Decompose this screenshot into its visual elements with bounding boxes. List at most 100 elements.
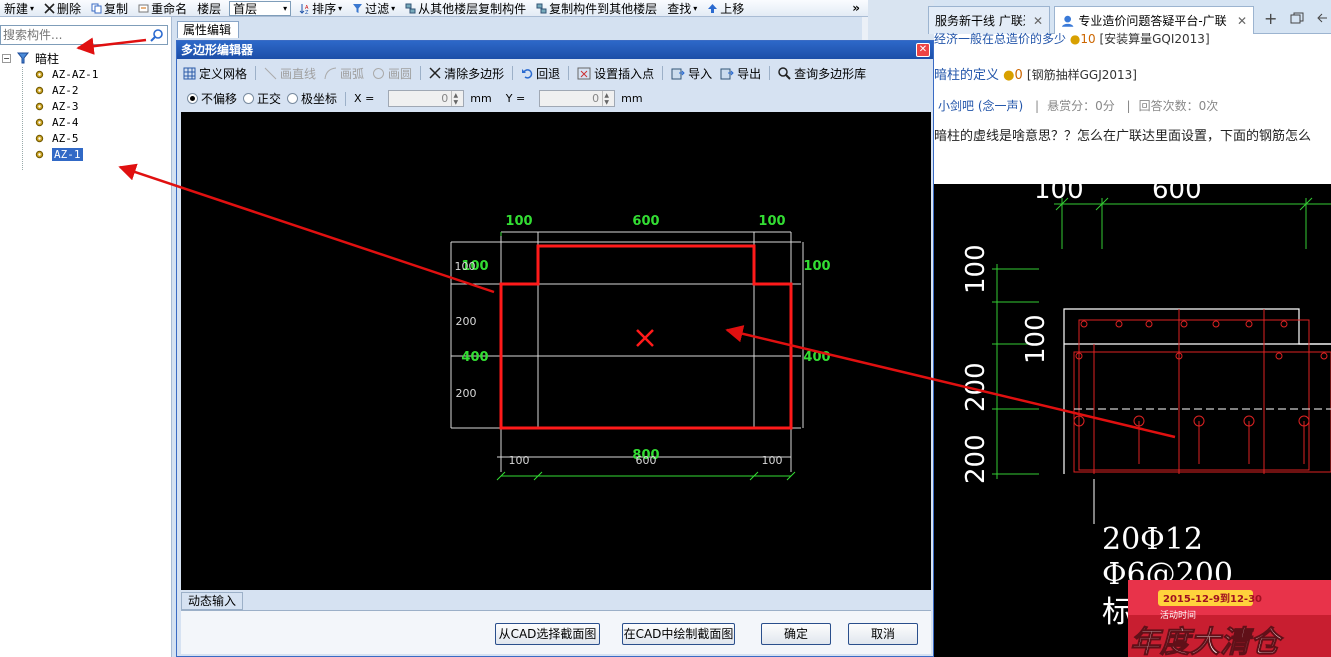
search-input[interactable] [1, 26, 147, 44]
dialog-button-bar: 从CAD选择截面图 在CAD中绘制截面图 确定 取消 [181, 610, 931, 654]
delete-button[interactable]: 删除 [42, 0, 83, 16]
import-icon [671, 68, 685, 79]
grid-left-top: 100 [455, 260, 476, 273]
filter-label: 过滤 [365, 1, 390, 16]
draw-circle-button[interactable]: 画圆 [370, 64, 414, 82]
main-toolbar: 新建 ▾ 删除 复制 重命名 楼层 首层 ▾ A Z 排序 ▾ 过滤 ▾ 从其他楼层复制构件… [0, 0, 868, 17]
promo-banner[interactable]: 2015-12-9到12-30 活动时间 年度大清仓 [1128, 580, 1331, 657]
radio-selected[interactable] [187, 93, 198, 104]
set-insert-point-button[interactable]: 设置插入点 [575, 64, 656, 82]
option-orthogonal[interactable]: 正交 [243, 90, 281, 107]
tab-attribute-edit[interactable]: 属性编辑 [177, 21, 239, 38]
reward-text: 悬赏分：0分 [1047, 99, 1115, 113]
insert-point-marker [636, 329, 654, 347]
polygon-drawing-canvas[interactable]: 100 600 100 100 400 400 100 800 100 200 … [181, 112, 931, 590]
select-from-cad-button[interactable]: 从CAD选择截面图 [495, 623, 600, 645]
query-polygon-library-button[interactable]: 查询多边形库 [776, 64, 868, 82]
sort-button[interactable]: A Z 排序 ▾ [297, 0, 344, 16]
radio[interactable] [243, 93, 255, 104]
line1-text: 暗柱的定义 [934, 68, 1000, 83]
tree-root-label: 暗柱 [35, 51, 60, 66]
clear-polygon-button[interactable]: 清除多边形 [427, 64, 506, 82]
cad-rebar-text: 20Φ12 [1102, 522, 1203, 557]
site-icon [1061, 15, 1074, 27]
spinner-icon[interactable]: ▲ ▼ [451, 91, 459, 106]
tree-item-label: AZ-AZ-1 [52, 67, 99, 81]
option-polar[interactable]: 极坐标 [287, 90, 337, 107]
rename-button[interactable]: 重命名 [136, 0, 189, 16]
cad-left-dim-2: 100 [1021, 314, 1051, 364]
cancel-button[interactable]: 取消 [848, 623, 918, 645]
floor-value: 首层 [233, 1, 258, 16]
line0-points: 10 [1080, 32, 1096, 46]
delete-label: 删除 [57, 1, 82, 16]
draw-line-label: 画直线 [280, 66, 317, 81]
arc-icon [324, 67, 337, 79]
close-icon[interactable]: ✕ [1033, 14, 1043, 28]
floor-select[interactable]: 首层 ▾ [229, 0, 292, 16]
toolbar-more-button[interactable]: » [852, 1, 868, 15]
input-options-bar: 不偏移 正交 极坐标 X = 0 ▲ ▼ mm Y = 0 ▲ ▼ mm [181, 88, 929, 109]
copy-to-floor-button[interactable]: 复制构件到其他楼层 [534, 0, 659, 16]
coin-icon: ● [1003, 68, 1015, 83]
back-icon[interactable] [1317, 12, 1329, 24]
tree-root-node[interactable]: − 暗柱 [0, 50, 172, 66]
define-grid-label: 定义网格 [199, 66, 248, 81]
y-unit: mm [621, 92, 643, 105]
spinner-icon[interactable]: ▲ ▼ [602, 91, 610, 106]
x-coordinate-field[interactable]: 0 ▲ ▼ [388, 90, 465, 107]
close-icon[interactable]: ✕ [916, 43, 930, 57]
option-no-offset[interactable]: 不偏移 [187, 90, 237, 107]
dim-left-total: 400 [461, 350, 488, 365]
copy-button[interactable]: 复制 [89, 0, 130, 16]
export-button[interactable]: 导出 [718, 64, 763, 82]
draw-in-cad-button[interactable]: 在CAD中绘制截面图 [622, 623, 735, 645]
draw-line-button[interactable]: 画直线 [262, 64, 318, 82]
ok-button[interactable]: 确定 [761, 623, 831, 645]
question-link-0[interactable]: 经济一般在总造价的多少 ●10 [安装算量GQI2013] [934, 30, 1331, 47]
tab-dynamic-input[interactable]: 动态输入 [181, 592, 243, 610]
new-tab-button[interactable]: + [1264, 9, 1277, 28]
floor-label: 楼层 [197, 1, 222, 16]
radio[interactable] [287, 93, 299, 104]
draw-arc-button[interactable]: 画弧 [322, 64, 366, 82]
import-label: 导入 [688, 66, 713, 81]
column-component-icon [35, 134, 44, 142]
move-up-button[interactable]: 上移 [705, 0, 746, 16]
orthogonal-label: 正交 [257, 92, 282, 106]
copy-from-floor-button[interactable]: 从其他楼层复制构件 [403, 0, 528, 16]
close-icon[interactable]: ✕ [1237, 14, 1247, 28]
cad-outline [1063, 308, 1331, 474]
tree-item[interactable]: AZ-AZ-1 [0, 66, 172, 82]
new-button[interactable]: 新建 ▾ [2, 0, 36, 16]
y-label: Y = [505, 92, 526, 105]
toolbar-separator [345, 91, 347, 106]
tab-2-title: 专业造价问题答疑平台-广联 [1078, 14, 1227, 28]
draw-circle-label: 画圆 [388, 66, 413, 81]
asker-name[interactable]: 小剑吧 (念一声) [938, 99, 1023, 113]
insert-point-icon [577, 67, 591, 79]
toolbar-separator [769, 66, 771, 80]
find-button[interactable]: 查找 ▾ [665, 0, 699, 16]
question-link-1[interactable]: 暗柱的定义 ●0 [钢筋抽样GGJ2013] [934, 64, 1331, 83]
restore-icon[interactable] [1290, 12, 1304, 24]
collapse-icon[interactable]: − [2, 53, 11, 63]
tree-item[interactable]: AZ-2 [0, 82, 172, 98]
grid-left-bottom: 200 [456, 387, 477, 400]
dialog-title: 多边形编辑器 [177, 41, 933, 59]
import-button[interactable]: 导入 [669, 64, 714, 82]
undo-label: 回退 [536, 66, 561, 81]
y-coordinate-field[interactable]: 0 ▲ ▼ [539, 90, 616, 107]
undo-button[interactable]: 回退 [519, 64, 562, 82]
tree-item[interactable]: AZ-3 [0, 98, 172, 114]
tree-item[interactable]: AZ-4 [0, 114, 172, 130]
draw-arc-label: 画弧 [340, 66, 365, 81]
tree-item[interactable]: AZ-1 [0, 146, 172, 162]
column-component-icon [35, 150, 44, 158]
filter-button[interactable]: 过滤 ▾ [350, 0, 397, 16]
arrow-up-icon [708, 3, 718, 13]
search-icon[interactable] [148, 27, 165, 44]
tree-item[interactable]: AZ-5 [0, 130, 172, 146]
define-grid-button[interactable]: 定义网格 [181, 64, 249, 82]
find-label: 查找 [667, 1, 692, 16]
